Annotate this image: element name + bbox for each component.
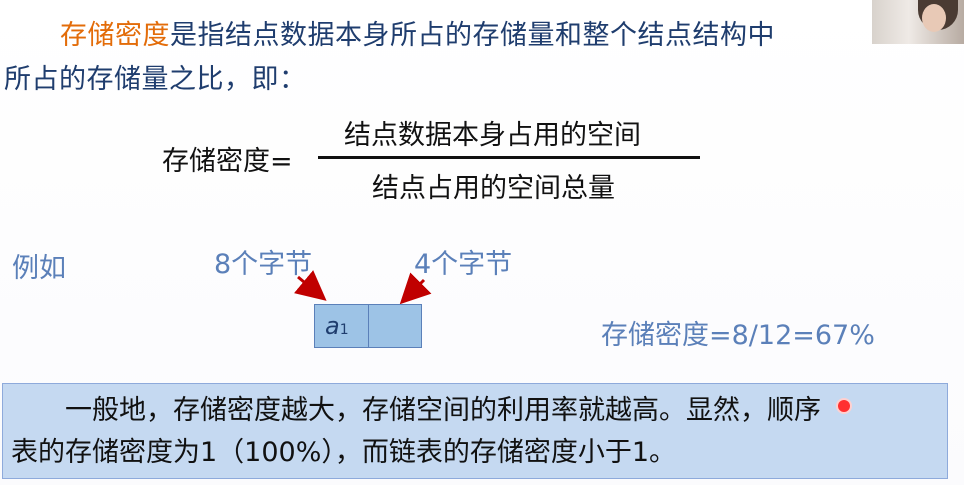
term-highlight: 存储密度 — [60, 20, 170, 51]
formula-lhs: 存储密度= — [162, 146, 293, 177]
definition-line2: 所占的存储量之比，即： — [4, 64, 307, 95]
summary-line2: 表的存储密度为1（100%），而链表的存储密度小于1。 — [11, 437, 677, 468]
pointer-bytes-label: 4个字节 — [414, 249, 513, 280]
formula-denominator: 结点占用的空间总量 — [372, 173, 615, 204]
definition-paragraph: 存储密度是指结点数据本身所占的存储量和整个结点结构中 所占的存储量之比，即： — [4, 14, 864, 102]
node-variable: a1 — [325, 312, 349, 340]
density-result: 存储密度=8/12=67% — [601, 320, 875, 351]
linked-node: a1 — [314, 304, 422, 348]
laser-pointer-dot — [838, 400, 850, 412]
node-pointer-field — [369, 305, 421, 347]
slide-canvas: 存储密度是指结点数据本身所占的存储量和整个结点结构中 所占的存储量之比，即： 存… — [0, 0, 964, 485]
node-data-field: a1 — [315, 305, 369, 347]
example-label: 例如 — [12, 253, 66, 284]
summary-line1: 一般地，存储密度越大，存储空间的利用率就越高。显然，顺序 — [65, 395, 821, 426]
node-var-letter: a — [325, 312, 340, 340]
pointer-field-arrow — [399, 272, 432, 305]
node-var-subscript: 1 — [339, 322, 349, 338]
fraction-bar — [318, 156, 700, 159]
definition-line1: 是指结点数据本身所占的存储量和整个结点结构中 — [170, 20, 775, 51]
webcam-overlay — [872, 0, 964, 44]
data-bytes-label: 8个字节 — [214, 249, 313, 280]
presenter-face — [922, 4, 946, 32]
summary-box: 一般地，存储密度越大，存储空间的利用率就越高。显然，顺序 表的存储密度为1（10… — [2, 383, 948, 479]
formula-numerator: 结点数据本身占用的空间 — [344, 120, 641, 151]
